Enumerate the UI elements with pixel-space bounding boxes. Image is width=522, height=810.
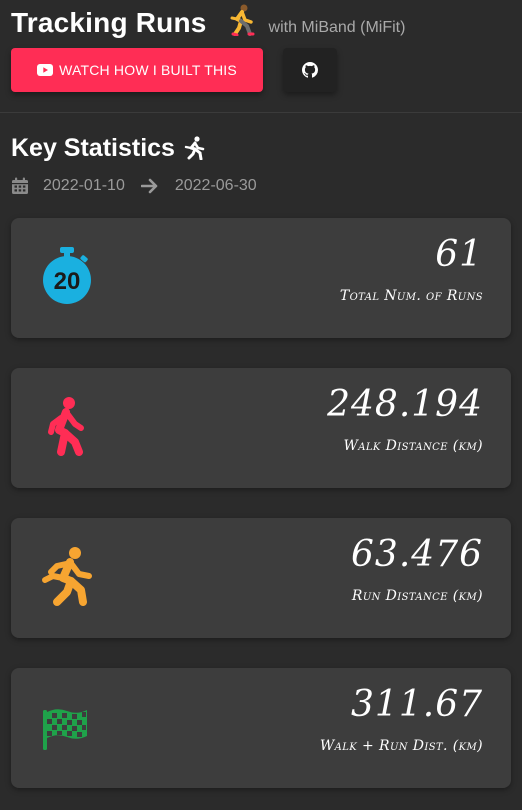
github-button[interactable] [283,48,337,92]
divider [0,112,522,113]
stat-card-total-distance: 311.67 Walk + Run Dist. (km) [11,668,511,788]
stat-label: Walk Distance (km) [343,438,483,454]
stat-card-walk-distance: 248.194 Walk Distance (km) [11,368,511,488]
stats-cards: 20 61 Total Num. of Runs 248.194 Walk Di… [11,218,511,788]
stat-value: 63.476 [351,534,483,575]
date-range: 2022-01-10 2022-06-30 [11,177,511,195]
stopwatch-number: 20 [54,268,81,295]
stat-label: Walk + Run Dist. (km) [319,738,483,754]
page: Tracking Runs with MiBand (MiFit) WATCH … [0,0,522,810]
youtube-icon [37,64,54,76]
stat-value: 61 [435,234,483,275]
running-icon [42,547,92,606]
section-title: Key Statistics [11,133,511,163]
arrow-right-icon [140,178,158,194]
stat-value: 248.194 [327,384,483,425]
stat-label: Total Num. of Runs [339,288,483,304]
end-date: 2022-06-30 [174,177,257,194]
stat-label: Run Distance (km) [351,588,483,604]
section-title-text: Key Statistics [11,134,175,162]
checkered-flag-icon [43,709,87,750]
walking-icon [48,397,84,456]
runner-emoji-icon [230,4,255,36]
stat-card-total-runs: 20 61 Total Num. of Runs [11,218,511,338]
action-buttons: WATCH HOW I BUILT THIS [11,48,511,92]
page-subtitle: with MiBand (MiFit) [268,19,406,36]
watch-button-label: WATCH HOW I BUILT THIS [59,62,237,78]
start-date: 2022-01-10 [43,177,125,194]
header: Tracking Runs with MiBand (MiFit) [11,0,511,42]
stat-card-run-distance: 63.476 Run Distance (km) [11,518,511,638]
watch-how-built-button[interactable]: WATCH HOW I BUILT THIS [11,48,263,92]
github-icon [302,62,318,78]
running-figure-icon [184,136,205,160]
stopwatch-icon: 20 [43,247,91,304]
page-title: Tracking Runs [11,4,255,40]
page-title-text: Tracking Runs [11,7,207,38]
calendar-icon [12,177,28,194]
stat-value: 311.67 [351,684,483,725]
